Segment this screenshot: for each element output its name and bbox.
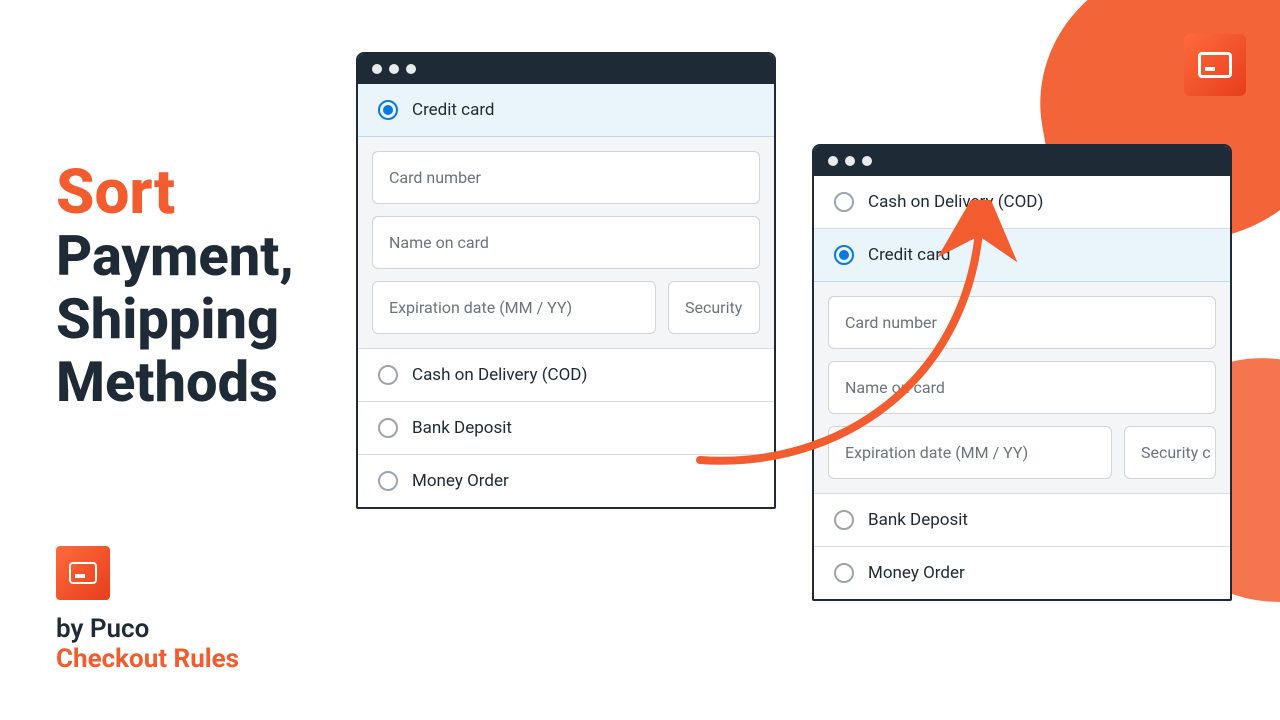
payment-option-bank-deposit[interactable]: Bank Deposit (814, 494, 1230, 547)
mock-window-after: Cash on Delivery (COD) Credit card Card … (812, 144, 1232, 601)
window-dot-icon (828, 156, 838, 166)
byline-line-2: Checkout Rules (56, 644, 239, 674)
window-dot-icon (389, 64, 399, 74)
headline: Sort Payment, Shipping Methods (56, 160, 294, 413)
credit-card-icon (69, 562, 97, 584)
radio-unselected-icon (378, 418, 398, 438)
payment-option-label: Credit card (868, 245, 951, 265)
headline-line-1: Sort (56, 160, 294, 225)
window-dot-icon (406, 64, 416, 74)
window-dot-icon (845, 156, 855, 166)
expiry-input[interactable]: Expiration date (MM / YY) (828, 426, 1112, 479)
card-number-input[interactable]: Card number (372, 151, 760, 204)
payment-option-money-order[interactable]: Money Order (814, 547, 1230, 599)
security-code-input[interactable]: Security (668, 281, 760, 334)
window-dot-icon (372, 64, 382, 74)
security-code-input[interactable]: Security c (1124, 426, 1216, 479)
payment-option-label: Money Order (868, 563, 965, 583)
radio-unselected-icon (378, 365, 398, 385)
radio-unselected-icon (378, 471, 398, 491)
byline-line-1: by Puco (56, 614, 239, 644)
window-chrome (358, 54, 774, 84)
payment-option-label: Cash on Delivery (COD) (412, 365, 587, 385)
window-chrome (814, 146, 1230, 176)
payment-option-label: Cash on Delivery (COD) (868, 192, 1043, 212)
payment-option-label: Bank Deposit (868, 510, 968, 530)
payment-option-money-order[interactable]: Money Order (358, 455, 774, 507)
name-on-card-input[interactable]: Name on card (828, 361, 1216, 414)
brand-logo-small (56, 546, 110, 600)
payment-option-label: Money Order (412, 471, 509, 491)
payment-option-cod[interactable]: Cash on Delivery (COD) (814, 176, 1230, 229)
payment-option-credit-card[interactable]: Credit card (814, 229, 1230, 282)
headline-line-2: Payment, (56, 225, 294, 288)
headline-line-4: Methods (56, 351, 294, 414)
credit-card-icon (1198, 52, 1232, 78)
payment-option-credit-card[interactable]: Credit card (358, 84, 774, 137)
radio-unselected-icon (834, 192, 854, 212)
payment-option-label: Bank Deposit (412, 418, 512, 438)
window-dot-icon (862, 156, 872, 166)
payment-option-bank-deposit[interactable]: Bank Deposit (358, 402, 774, 455)
radio-selected-icon (378, 100, 398, 120)
name-on-card-input[interactable]: Name on card (372, 216, 760, 269)
payment-option-cod[interactable]: Cash on Delivery (COD) (358, 349, 774, 402)
card-number-input[interactable]: Card number (828, 296, 1216, 349)
expiry-input[interactable]: Expiration date (MM / YY) (372, 281, 656, 334)
radio-unselected-icon (834, 510, 854, 530)
radio-unselected-icon (834, 563, 854, 583)
mock-window-before: Credit card Card number Name on card Exp… (356, 52, 776, 509)
payment-option-label: Credit card (412, 100, 495, 120)
headline-line-3: Shipping (56, 288, 294, 351)
credit-card-fields: Card number Name on card Expiration date… (358, 137, 774, 349)
brand-logo-corner (1184, 34, 1246, 96)
byline: by Puco Checkout Rules (56, 546, 239, 674)
radio-selected-icon (834, 245, 854, 265)
credit-card-fields: Card number Name on card Expiration date… (814, 282, 1230, 494)
